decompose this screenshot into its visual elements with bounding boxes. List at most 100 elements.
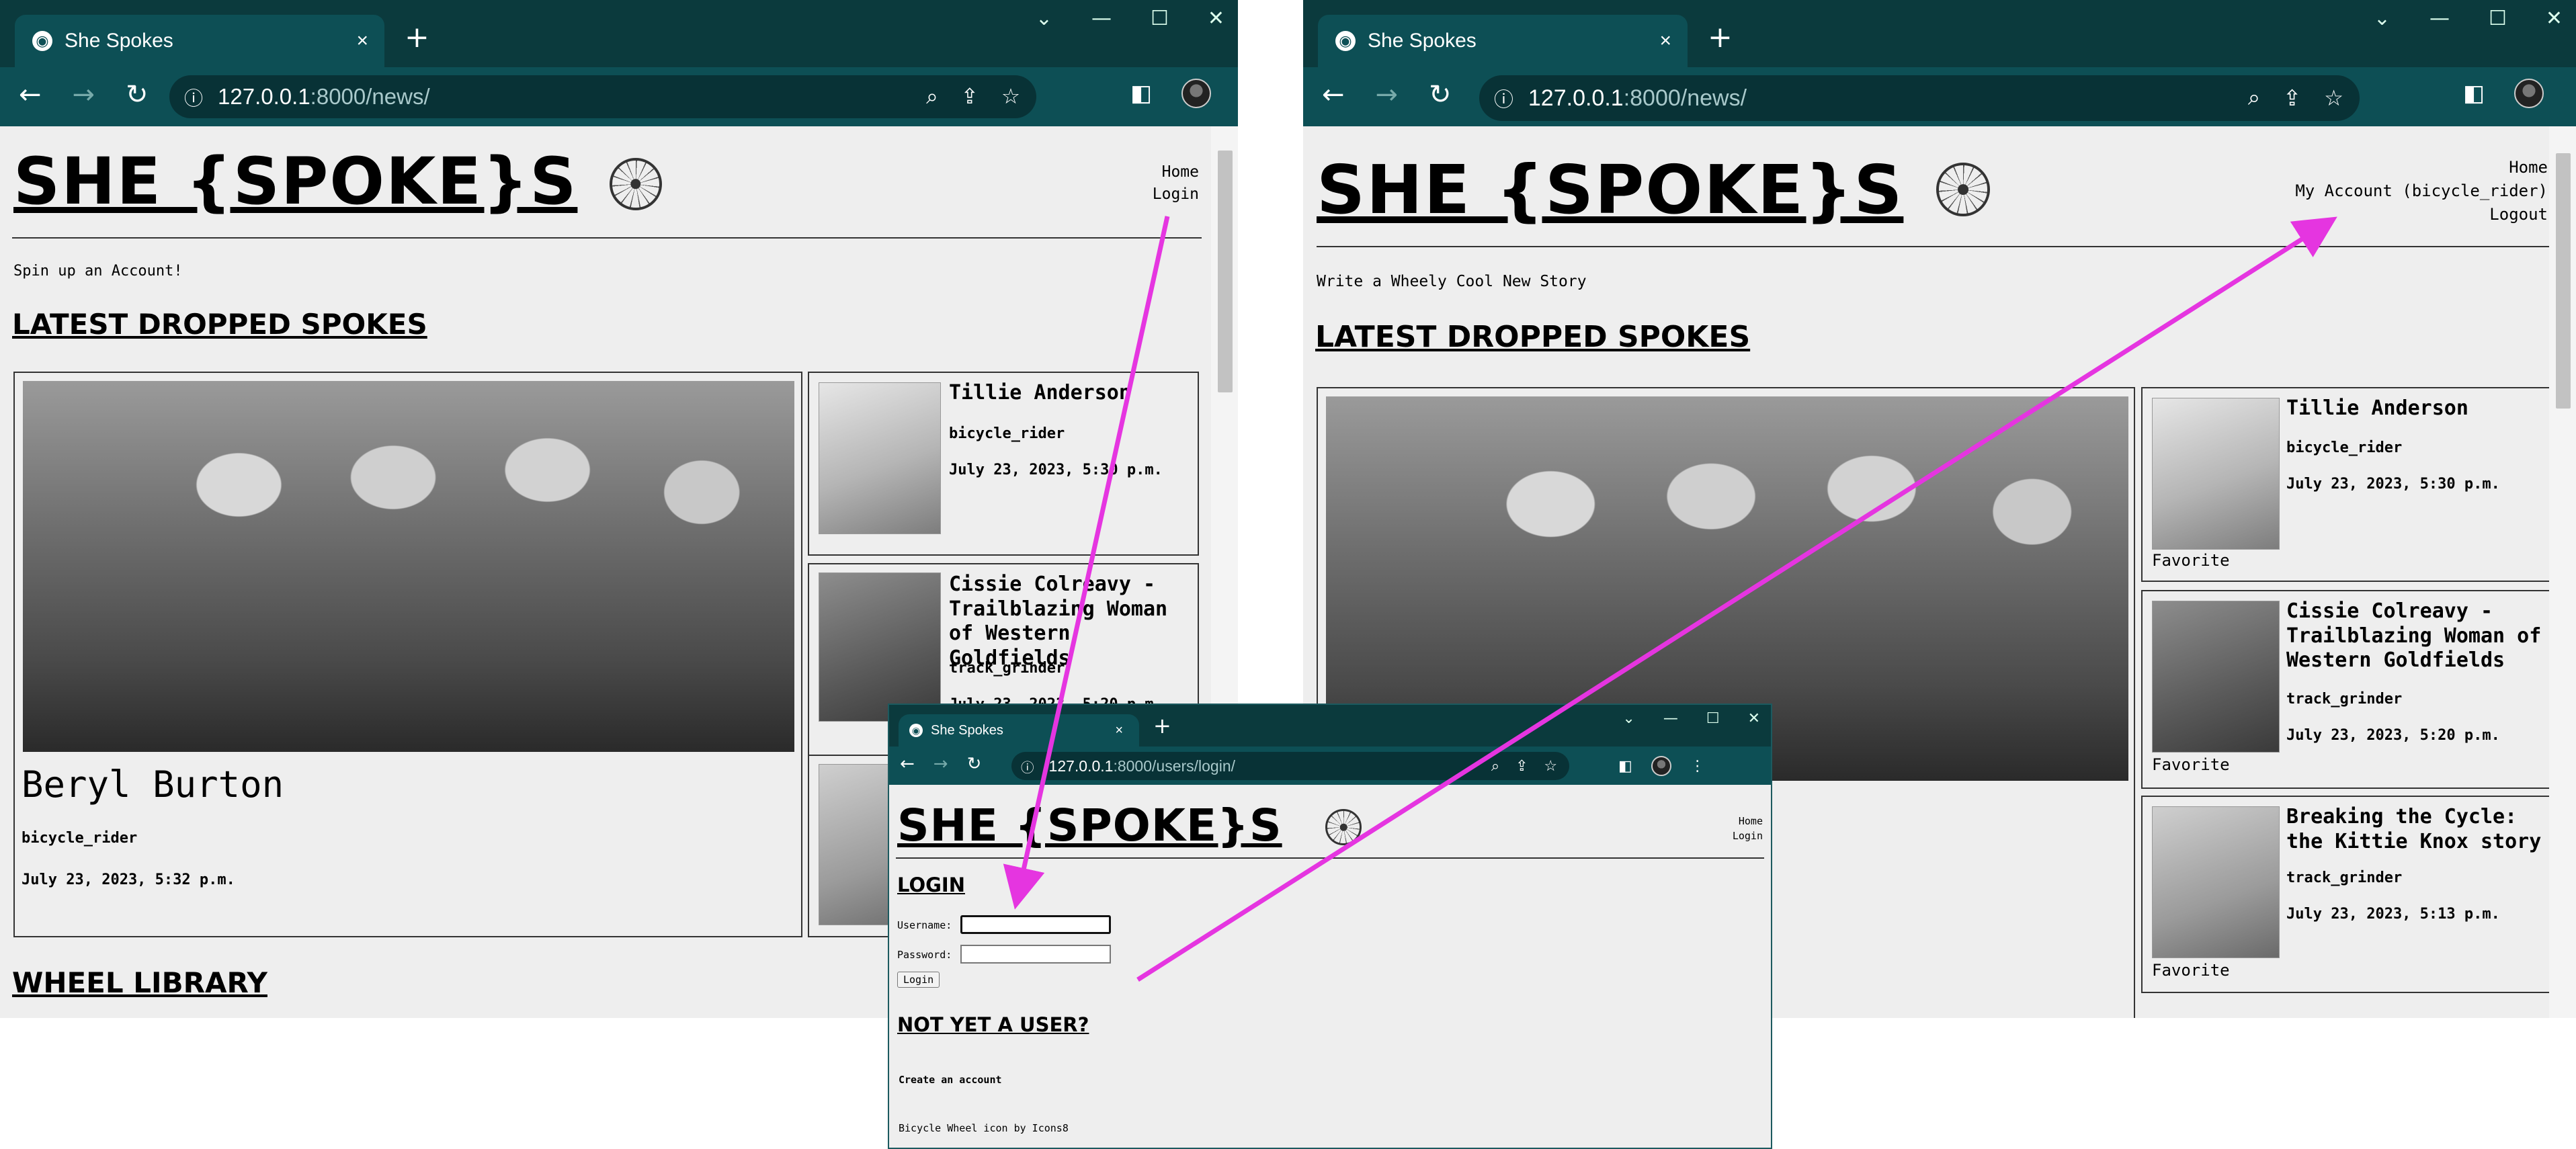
- close-window-button[interactable]: ✕: [1748, 710, 1760, 727]
- tab-search-icon[interactable]: ⌄: [1622, 710, 1634, 727]
- minimize-button[interactable]: —: [2429, 7, 2450, 30]
- minimize-button[interactable]: —: [1663, 710, 1678, 727]
- info-icon[interactable]: ⓘ: [1494, 84, 1513, 112]
- forward-icon[interactable]: →: [73, 79, 95, 110]
- nav-home-link[interactable]: Home: [2295, 156, 2548, 179]
- nav-logout-link[interactable]: Logout: [2295, 203, 2548, 226]
- password-label: Password:: [897, 949, 952, 961]
- new-tab-button[interactable]: +: [1153, 713, 1171, 738]
- forward-icon[interactable]: →: [933, 754, 948, 774]
- story-title[interactable]: Breaking the Cycle: the Kittie Knox stor…: [2286, 805, 2548, 854]
- maximize-button[interactable]: ☐: [2489, 7, 2507, 30]
- browser-tab[interactable]: ◉ She Spokes ×: [15, 15, 384, 67]
- info-icon[interactable]: ⓘ: [1021, 757, 1034, 776]
- tab-close-icon[interactable]: ×: [356, 30, 368, 52]
- share-icon[interactable]: ⇪: [2283, 85, 2301, 111]
- globe-icon: ◉: [32, 31, 52, 51]
- header-divider: [1317, 246, 2550, 247]
- address-bar[interactable]: ⓘ 127.0.0.1:8000/news/ ⌕ ⇪ ☆: [169, 75, 1036, 118]
- story-title[interactable]: Cissie Colreavy - Trailblazing Woman of …: [2286, 599, 2548, 673]
- story-card[interactable]: Cissie Colreavy - Trailblazing Woman of …: [2141, 590, 2551, 789]
- featured-photo: [23, 381, 794, 752]
- nav-login-link[interactable]: Login: [1733, 829, 1763, 844]
- back-icon[interactable]: ←: [900, 754, 915, 774]
- browser-tab[interactable]: ◉ She Spokes ×: [1318, 15, 1688, 67]
- site-logo-text[interactable]: SHE {SPOKE}S: [897, 800, 1282, 851]
- menu-icon[interactable]: ⋮: [2573, 80, 2576, 107]
- star-icon[interactable]: ☆: [2324, 85, 2343, 111]
- reload-icon[interactable]: ↻: [126, 79, 149, 110]
- new-tab-button[interactable]: +: [1708, 20, 1733, 54]
- username-input[interactable]: [960, 915, 1111, 934]
- site-logo-text[interactable]: SHE {SPOKE}S: [13, 144, 577, 219]
- scrollbar-thumb[interactable]: [2556, 153, 2571, 409]
- scrollbar-thumb[interactable]: [1218, 151, 1233, 392]
- browser-tab[interactable]: ◉ She Spokes ×: [899, 714, 1139, 747]
- address-bar[interactable]: ⓘ 127.0.0.1:8000/users/login/ ⌕ ⇪ ☆: [1011, 752, 1569, 780]
- back-icon[interactable]: ←: [1322, 79, 1345, 110]
- nav-home-link[interactable]: Home: [1733, 814, 1763, 829]
- favorite-button[interactable]: Favorite: [2152, 961, 2230, 980]
- profile-avatar[interactable]: [1181, 79, 1212, 108]
- tab-title: She Spokes: [931, 722, 1003, 738]
- site-logo-text[interactable]: SHE {SPOKE}S: [1317, 151, 1903, 229]
- story-title[interactable]: Cissie Colreavy - Trailblazing Woman of …: [949, 572, 1198, 671]
- back-icon[interactable]: ←: [19, 79, 42, 110]
- tab-strip: ◉ She Spokes × + ⌄ — ☐ ✕: [1303, 0, 2576, 67]
- story-title[interactable]: Tillie Anderson: [949, 381, 1191, 406]
- url-path: :8000/news/: [310, 84, 430, 109]
- tab-close-icon[interactable]: ×: [1659, 30, 1671, 52]
- close-window-button[interactable]: ✕: [2546, 7, 2563, 30]
- window-controls: ⌄ — ☐ ✕: [1622, 710, 1760, 727]
- address-bar[interactable]: ⓘ 127.0.0.1:8000/news/ ⌕ ⇪ ☆: [1479, 75, 2360, 121]
- login-button[interactable]: Login: [897, 972, 940, 988]
- featured-story[interactable]: Beryl Burton bicycle_rider July 23, 2023…: [13, 372, 802, 937]
- zoom-icon[interactable]: ⌕: [1491, 757, 1499, 775]
- sidepanel-icon[interactable]: ◧: [2463, 80, 2485, 107]
- share-icon[interactable]: ⇪: [961, 85, 979, 110]
- featured-title[interactable]: Beryl Burton: [22, 763, 284, 807]
- menu-icon[interactable]: ⋮: [1690, 758, 1705, 775]
- zoom-icon[interactable]: ⌕: [926, 85, 938, 110]
- share-icon[interactable]: ⇪: [1515, 757, 1528, 775]
- tab-search-icon[interactable]: ⌄: [2374, 7, 2391, 30]
- nav-account-link[interactable]: My Account (bicycle_rider): [2295, 179, 2548, 203]
- page-scrollbar[interactable]: [2549, 126, 2576, 1018]
- tab-close-icon[interactable]: ×: [1115, 723, 1123, 738]
- password-input[interactable]: [960, 945, 1111, 964]
- story-card[interactable]: Tillie Anderson bicycle_rider July 23, 2…: [2141, 387, 2551, 582]
- story-card[interactable]: Breaking the Cycle: the Kittie Knox stor…: [2141, 796, 2551, 993]
- story-card[interactable]: Tillie Anderson bicycle_rider July 23, 2…: [808, 372, 1199, 556]
- favorite-button[interactable]: Favorite: [2152, 755, 2230, 774]
- zoom-icon[interactable]: ⌕: [2248, 85, 2260, 111]
- reload-icon[interactable]: ↻: [1429, 79, 1452, 110]
- maximize-button[interactable]: ☐: [1706, 710, 1720, 727]
- write-story-link[interactable]: Write a Wheely Cool New Story: [1317, 273, 1587, 290]
- nav-login-link[interactable]: Login: [1153, 183, 1199, 206]
- profile-avatar[interactable]: [2514, 79, 2544, 108]
- new-tab-button[interactable]: +: [405, 20, 429, 54]
- forward-icon[interactable]: →: [1376, 79, 1399, 110]
- star-icon[interactable]: ☆: [1544, 757, 1557, 775]
- minimize-button[interactable]: —: [1091, 7, 1112, 30]
- reload-icon[interactable]: ↻: [967, 754, 982, 774]
- signup-cta-link[interactable]: Spin up an Account!: [13, 263, 183, 280]
- tab-search-icon[interactable]: ⌄: [1036, 7, 1052, 30]
- maximize-button[interactable]: ☐: [1151, 7, 1169, 30]
- story-date: July 23, 2023, 5:30 p.m.: [2286, 476, 2500, 493]
- star-icon[interactable]: ☆: [1001, 85, 1020, 110]
- create-account-link[interactable]: Create an account: [899, 1074, 1002, 1086]
- info-icon[interactable]: ⓘ: [184, 83, 203, 111]
- latest-heading: LATEST DROPPED SPOKES: [1315, 320, 1751, 354]
- latest-heading: LATEST DROPPED SPOKES: [12, 308, 427, 341]
- nav-home-link[interactable]: Home: [1153, 161, 1199, 183]
- sidepanel-icon[interactable]: ◧: [1130, 80, 1152, 107]
- story-date: July 23, 2023, 5:13 p.m.: [2286, 906, 2500, 923]
- sidepanel-icon[interactable]: ◧: [1618, 758, 1632, 775]
- profile-avatar[interactable]: [1651, 756, 1671, 776]
- story-author: bicycle_rider: [2286, 439, 2403, 456]
- tab-strip: ◉ She Spokes × + ⌄ — ☐ ✕: [0, 0, 1238, 67]
- close-window-button[interactable]: ✕: [1208, 7, 1224, 30]
- story-title[interactable]: Tillie Anderson: [2286, 396, 2542, 421]
- favorite-button[interactable]: Favorite: [2152, 551, 2230, 570]
